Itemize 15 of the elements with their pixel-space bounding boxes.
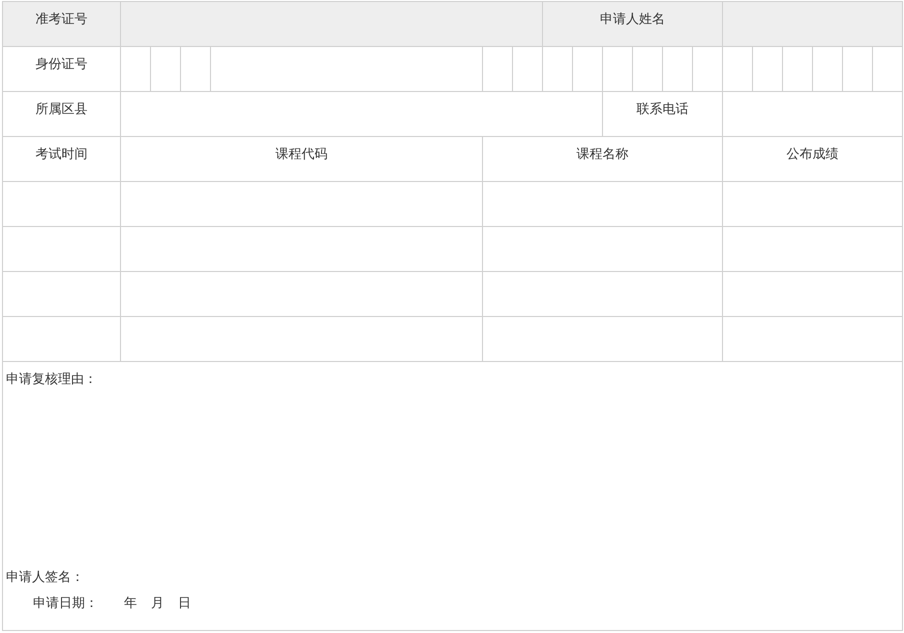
field-label: 考试时间: [36, 146, 88, 163]
year-label: 年: [124, 595, 137, 612]
field-label: 课程代码: [276, 146, 328, 163]
field-label: 准考证号: [36, 11, 88, 28]
field-label: 申请人姓名: [600, 11, 666, 28]
field-label: 课程名称: [576, 146, 629, 163]
field-label: 所属区县: [36, 101, 88, 118]
day-label: 日: [178, 595, 191, 612]
month-label: 月: [151, 595, 164, 612]
field-label: 联系电话: [636, 101, 689, 118]
reason-label: 申请复核理由：: [6, 371, 98, 388]
signature-label: 申请人签名：: [6, 569, 85, 586]
field-label: 身份证号: [36, 56, 88, 73]
date-label: 申请日期：: [33, 595, 98, 612]
field-label: 公布成绩: [786, 146, 839, 163]
